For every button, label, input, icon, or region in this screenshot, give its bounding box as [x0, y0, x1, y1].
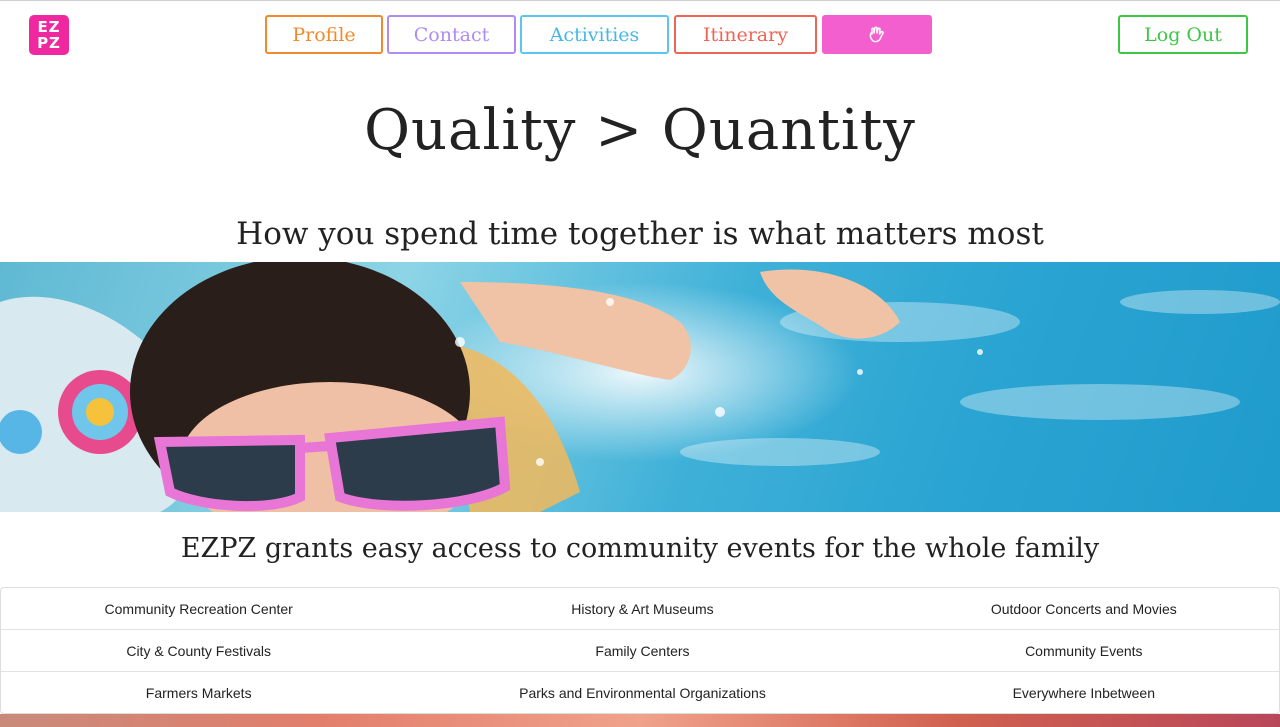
category-cell[interactable]: City & County Festivals: [1, 630, 396, 671]
category-cell[interactable]: Everywhere Inbetween: [889, 672, 1279, 714]
contact-button[interactable]: Contact: [387, 15, 516, 54]
category-cell[interactable]: Parks and Environmental Organizations: [396, 672, 888, 714]
hero-photo-kids-in-pool: [0, 262, 1280, 512]
activities-button[interactable]: Activities: [520, 15, 669, 54]
itinerary-button[interactable]: Itinerary: [674, 15, 817, 54]
top-divider: [0, 0, 1280, 1]
ezpz-logo[interactable]: EZ PZ: [29, 15, 69, 55]
next-section-photo-edge: [0, 714, 1280, 727]
logout-button[interactable]: Log Out: [1118, 15, 1248, 54]
table-row: City & County Festivals Family Centers C…: [1, 630, 1279, 672]
tagline: EZPZ grants easy access to community eve…: [180, 533, 1100, 564]
event-categories-table: Community Recreation Center History & Ar…: [0, 587, 1280, 714]
hand-wave-icon: [869, 26, 884, 42]
hero-title: Quality > Quantity: [364, 98, 916, 163]
category-cell[interactable]: Community Events: [889, 630, 1279, 671]
category-cell[interactable]: Family Centers: [396, 630, 888, 671]
category-cell[interactable]: Outdoor Concerts and Movies: [889, 588, 1279, 629]
category-cell[interactable]: Farmers Markets: [1, 672, 396, 714]
category-cell[interactable]: History & Art Museums: [396, 588, 888, 629]
logo-line-2: PZ: [37, 34, 61, 52]
table-row: Farmers Markets Parks and Environmental …: [1, 672, 1279, 714]
hero-subtitle: How you spend time together is what matt…: [236, 216, 1044, 252]
hand-wave-button[interactable]: [822, 15, 932, 54]
category-cell[interactable]: Community Recreation Center: [1, 588, 396, 629]
pool-photo-illustration: [0, 262, 1280, 512]
logo-line-1: EZ: [37, 18, 61, 36]
profile-button[interactable]: Profile: [265, 15, 383, 54]
table-row: Community Recreation Center History & Ar…: [1, 588, 1279, 630]
